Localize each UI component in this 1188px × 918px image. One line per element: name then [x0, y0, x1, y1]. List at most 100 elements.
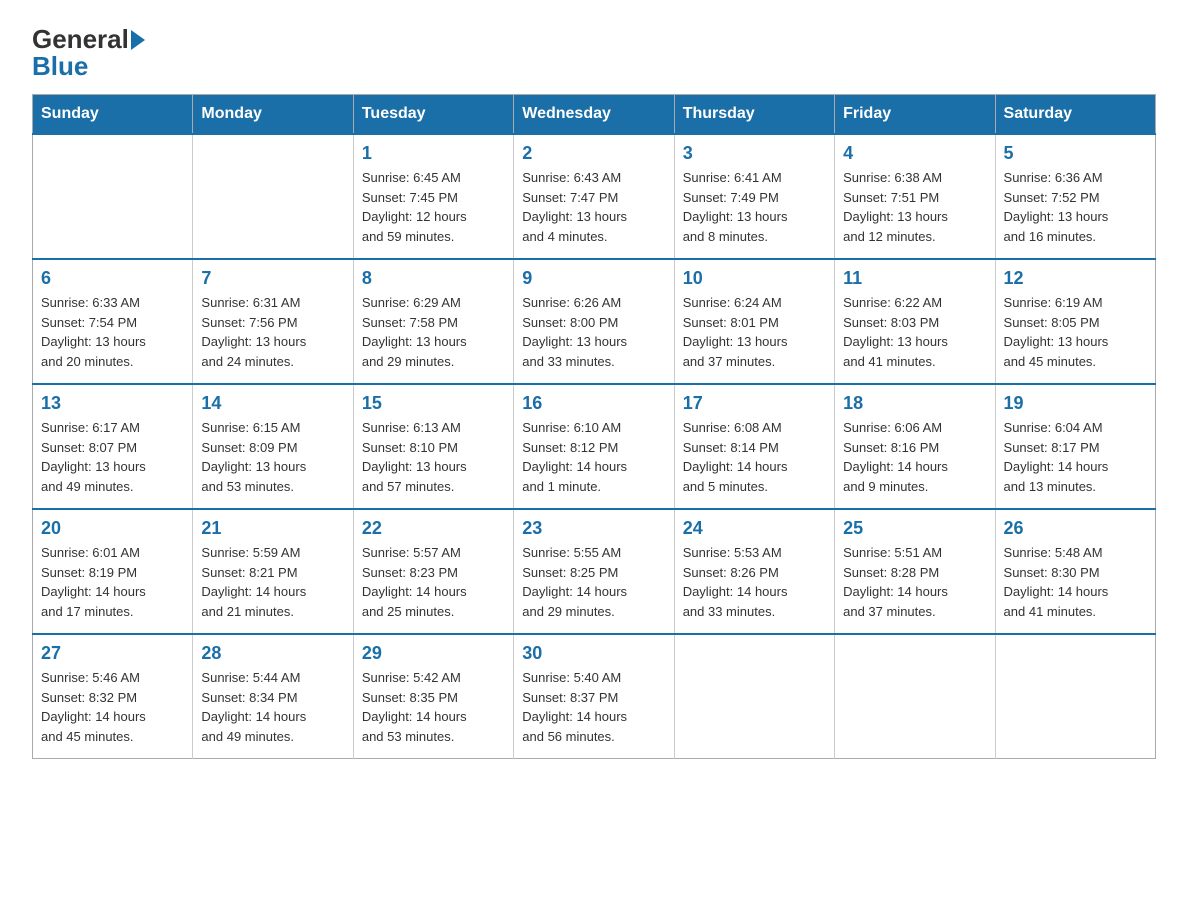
calendar-cell: 2 Sunrise: 6:43 AM Sunset: 7:47 PM Daylig…: [514, 134, 674, 259]
day-number: 27: [41, 643, 184, 664]
calendar-cell: [33, 134, 193, 259]
calendar-week-row: 13 Sunrise: 6:17 AM Sunset: 8:07 PM Dayli…: [33, 384, 1156, 509]
page-header: General Blue: [32, 24, 1156, 82]
calendar-cell: 23 Sunrise: 5:55 AM Sunset: 8:25 PM Dayli…: [514, 509, 674, 634]
day-number: 3: [683, 143, 826, 164]
day-number: 1: [362, 143, 505, 164]
calendar-cell: 1 Sunrise: 6:45 AM Sunset: 7:45 PM Daylig…: [353, 134, 513, 259]
calendar-cell: 8 Sunrise: 6:29 AM Sunset: 7:58 PM Daylig…: [353, 259, 513, 384]
day-info: Sunrise: 6:01 AM Sunset: 8:19 PM Dayligh…: [41, 543, 184, 621]
day-number: 10: [683, 268, 826, 289]
day-info: Sunrise: 5:48 AM Sunset: 8:30 PM Dayligh…: [1004, 543, 1147, 621]
day-number: 18: [843, 393, 986, 414]
column-header-friday: Friday: [835, 95, 995, 135]
calendar-cell: 9 Sunrise: 6:26 AM Sunset: 8:00 PM Daylig…: [514, 259, 674, 384]
calendar-cell: 4 Sunrise: 6:38 AM Sunset: 7:51 PM Daylig…: [835, 134, 995, 259]
day-number: 13: [41, 393, 184, 414]
day-number: 11: [843, 268, 986, 289]
calendar-week-row: 1 Sunrise: 6:45 AM Sunset: 7:45 PM Daylig…: [33, 134, 1156, 259]
day-info: Sunrise: 6:26 AM Sunset: 8:00 PM Dayligh…: [522, 293, 665, 371]
calendar-table: SundayMondayTuesdayWednesdayThursdayFrid…: [32, 94, 1156, 759]
day-info: Sunrise: 5:59 AM Sunset: 8:21 PM Dayligh…: [201, 543, 344, 621]
day-info: Sunrise: 6:24 AM Sunset: 8:01 PM Dayligh…: [683, 293, 826, 371]
calendar-cell: 30 Sunrise: 5:40 AM Sunset: 8:37 PM Dayli…: [514, 634, 674, 759]
day-info: Sunrise: 5:51 AM Sunset: 8:28 PM Dayligh…: [843, 543, 986, 621]
day-info: Sunrise: 6:06 AM Sunset: 8:16 PM Dayligh…: [843, 418, 986, 496]
day-number: 22: [362, 518, 505, 539]
calendar-cell: [835, 634, 995, 759]
day-number: 2: [522, 143, 665, 164]
day-info: Sunrise: 6:10 AM Sunset: 8:12 PM Dayligh…: [522, 418, 665, 496]
calendar-cell: 25 Sunrise: 5:51 AM Sunset: 8:28 PM Dayli…: [835, 509, 995, 634]
column-header-tuesday: Tuesday: [353, 95, 513, 135]
calendar-cell: 14 Sunrise: 6:15 AM Sunset: 8:09 PM Dayli…: [193, 384, 353, 509]
day-number: 29: [362, 643, 505, 664]
calendar-cell: [193, 134, 353, 259]
calendar-week-row: 27Sunrise: 5:46 AM Sunset: 8:32 PM Dayli…: [33, 634, 1156, 759]
calendar-cell: 19Sunrise: 6:04 AM Sunset: 8:17 PM Dayli…: [995, 384, 1155, 509]
logo-arrow-icon: [131, 30, 145, 50]
day-info: Sunrise: 6:45 AM Sunset: 7:45 PM Dayligh…: [362, 168, 505, 246]
calendar-week-row: 20 Sunrise: 6:01 AM Sunset: 8:19 PM Dayli…: [33, 509, 1156, 634]
calendar-cell: 28 Sunrise: 5:44 AM Sunset: 8:34 PM Dayli…: [193, 634, 353, 759]
day-number: 28: [201, 643, 344, 664]
day-info: Sunrise: 5:42 AM Sunset: 8:35 PM Dayligh…: [362, 668, 505, 746]
day-number: 30: [522, 643, 665, 664]
day-number: 24: [683, 518, 826, 539]
day-info: Sunrise: 5:53 AM Sunset: 8:26 PM Dayligh…: [683, 543, 826, 621]
day-number: 9: [522, 268, 665, 289]
calendar-week-row: 6 Sunrise: 6:33 AM Sunset: 7:54 PM Daylig…: [33, 259, 1156, 384]
calendar-cell: 22 Sunrise: 5:57 AM Sunset: 8:23 PM Dayli…: [353, 509, 513, 634]
calendar-cell: 3 Sunrise: 6:41 AM Sunset: 7:49 PM Daylig…: [674, 134, 834, 259]
day-info: Sunrise: 5:55 AM Sunset: 8:25 PM Dayligh…: [522, 543, 665, 621]
day-number: 6: [41, 268, 184, 289]
day-number: 4: [843, 143, 986, 164]
day-info: Sunrise: 6:29 AM Sunset: 7:58 PM Dayligh…: [362, 293, 505, 371]
logo-blue-text: Blue: [32, 51, 88, 82]
calendar-cell: 21Sunrise: 5:59 AM Sunset: 8:21 PM Dayli…: [193, 509, 353, 634]
calendar-cell: 17 Sunrise: 6:08 AM Sunset: 8:14 PM Dayli…: [674, 384, 834, 509]
day-info: Sunrise: 6:17 AM Sunset: 8:07 PM Dayligh…: [41, 418, 184, 496]
calendar-cell: 6 Sunrise: 6:33 AM Sunset: 7:54 PM Daylig…: [33, 259, 193, 384]
day-number: 14: [201, 393, 344, 414]
day-info: Sunrise: 6:36 AM Sunset: 7:52 PM Dayligh…: [1004, 168, 1147, 246]
day-number: 23: [522, 518, 665, 539]
calendar-header-row: SundayMondayTuesdayWednesdayThursdayFrid…: [33, 95, 1156, 135]
day-info: Sunrise: 6:19 AM Sunset: 8:05 PM Dayligh…: [1004, 293, 1147, 371]
day-info: Sunrise: 6:31 AM Sunset: 7:56 PM Dayligh…: [201, 293, 344, 371]
day-info: Sunrise: 6:04 AM Sunset: 8:17 PM Dayligh…: [1004, 418, 1147, 496]
day-number: 16: [522, 393, 665, 414]
day-info: Sunrise: 6:08 AM Sunset: 8:14 PM Dayligh…: [683, 418, 826, 496]
day-info: Sunrise: 6:15 AM Sunset: 8:09 PM Dayligh…: [201, 418, 344, 496]
day-number: 25: [843, 518, 986, 539]
calendar-cell: 11 Sunrise: 6:22 AM Sunset: 8:03 PM Dayli…: [835, 259, 995, 384]
calendar-cell: 26 Sunrise: 5:48 AM Sunset: 8:30 PM Dayli…: [995, 509, 1155, 634]
column-header-monday: Monday: [193, 95, 353, 135]
day-info: Sunrise: 6:41 AM Sunset: 7:49 PM Dayligh…: [683, 168, 826, 246]
day-info: Sunrise: 6:43 AM Sunset: 7:47 PM Dayligh…: [522, 168, 665, 246]
calendar-cell: 12Sunrise: 6:19 AM Sunset: 8:05 PM Dayli…: [995, 259, 1155, 384]
column-header-saturday: Saturday: [995, 95, 1155, 135]
day-number: 8: [362, 268, 505, 289]
calendar-cell: 24 Sunrise: 5:53 AM Sunset: 8:26 PM Dayli…: [674, 509, 834, 634]
calendar-cell: 20 Sunrise: 6:01 AM Sunset: 8:19 PM Dayli…: [33, 509, 193, 634]
day-info: Sunrise: 5:57 AM Sunset: 8:23 PM Dayligh…: [362, 543, 505, 621]
day-info: Sunrise: 6:33 AM Sunset: 7:54 PM Dayligh…: [41, 293, 184, 371]
calendar-cell: 29 Sunrise: 5:42 AM Sunset: 8:35 PM Dayli…: [353, 634, 513, 759]
day-info: Sunrise: 6:38 AM Sunset: 7:51 PM Dayligh…: [843, 168, 986, 246]
day-number: 26: [1004, 518, 1147, 539]
column-header-thursday: Thursday: [674, 95, 834, 135]
day-number: 20: [41, 518, 184, 539]
day-info: Sunrise: 5:40 AM Sunset: 8:37 PM Dayligh…: [522, 668, 665, 746]
day-info: Sunrise: 5:44 AM Sunset: 8:34 PM Dayligh…: [201, 668, 344, 746]
day-number: 17: [683, 393, 826, 414]
calendar-cell: 5Sunrise: 6:36 AM Sunset: 7:52 PM Daylig…: [995, 134, 1155, 259]
calendar-cell: 16 Sunrise: 6:10 AM Sunset: 8:12 PM Dayli…: [514, 384, 674, 509]
calendar-cell: [995, 634, 1155, 759]
calendar-cell: 18 Sunrise: 6:06 AM Sunset: 8:16 PM Dayli…: [835, 384, 995, 509]
day-info: Sunrise: 6:22 AM Sunset: 8:03 PM Dayligh…: [843, 293, 986, 371]
calendar-cell: 7Sunrise: 6:31 AM Sunset: 7:56 PM Daylig…: [193, 259, 353, 384]
calendar-cell: 13 Sunrise: 6:17 AM Sunset: 8:07 PM Dayli…: [33, 384, 193, 509]
calendar-cell: 27Sunrise: 5:46 AM Sunset: 8:32 PM Dayli…: [33, 634, 193, 759]
calendar-cell: 15Sunrise: 6:13 AM Sunset: 8:10 PM Dayli…: [353, 384, 513, 509]
